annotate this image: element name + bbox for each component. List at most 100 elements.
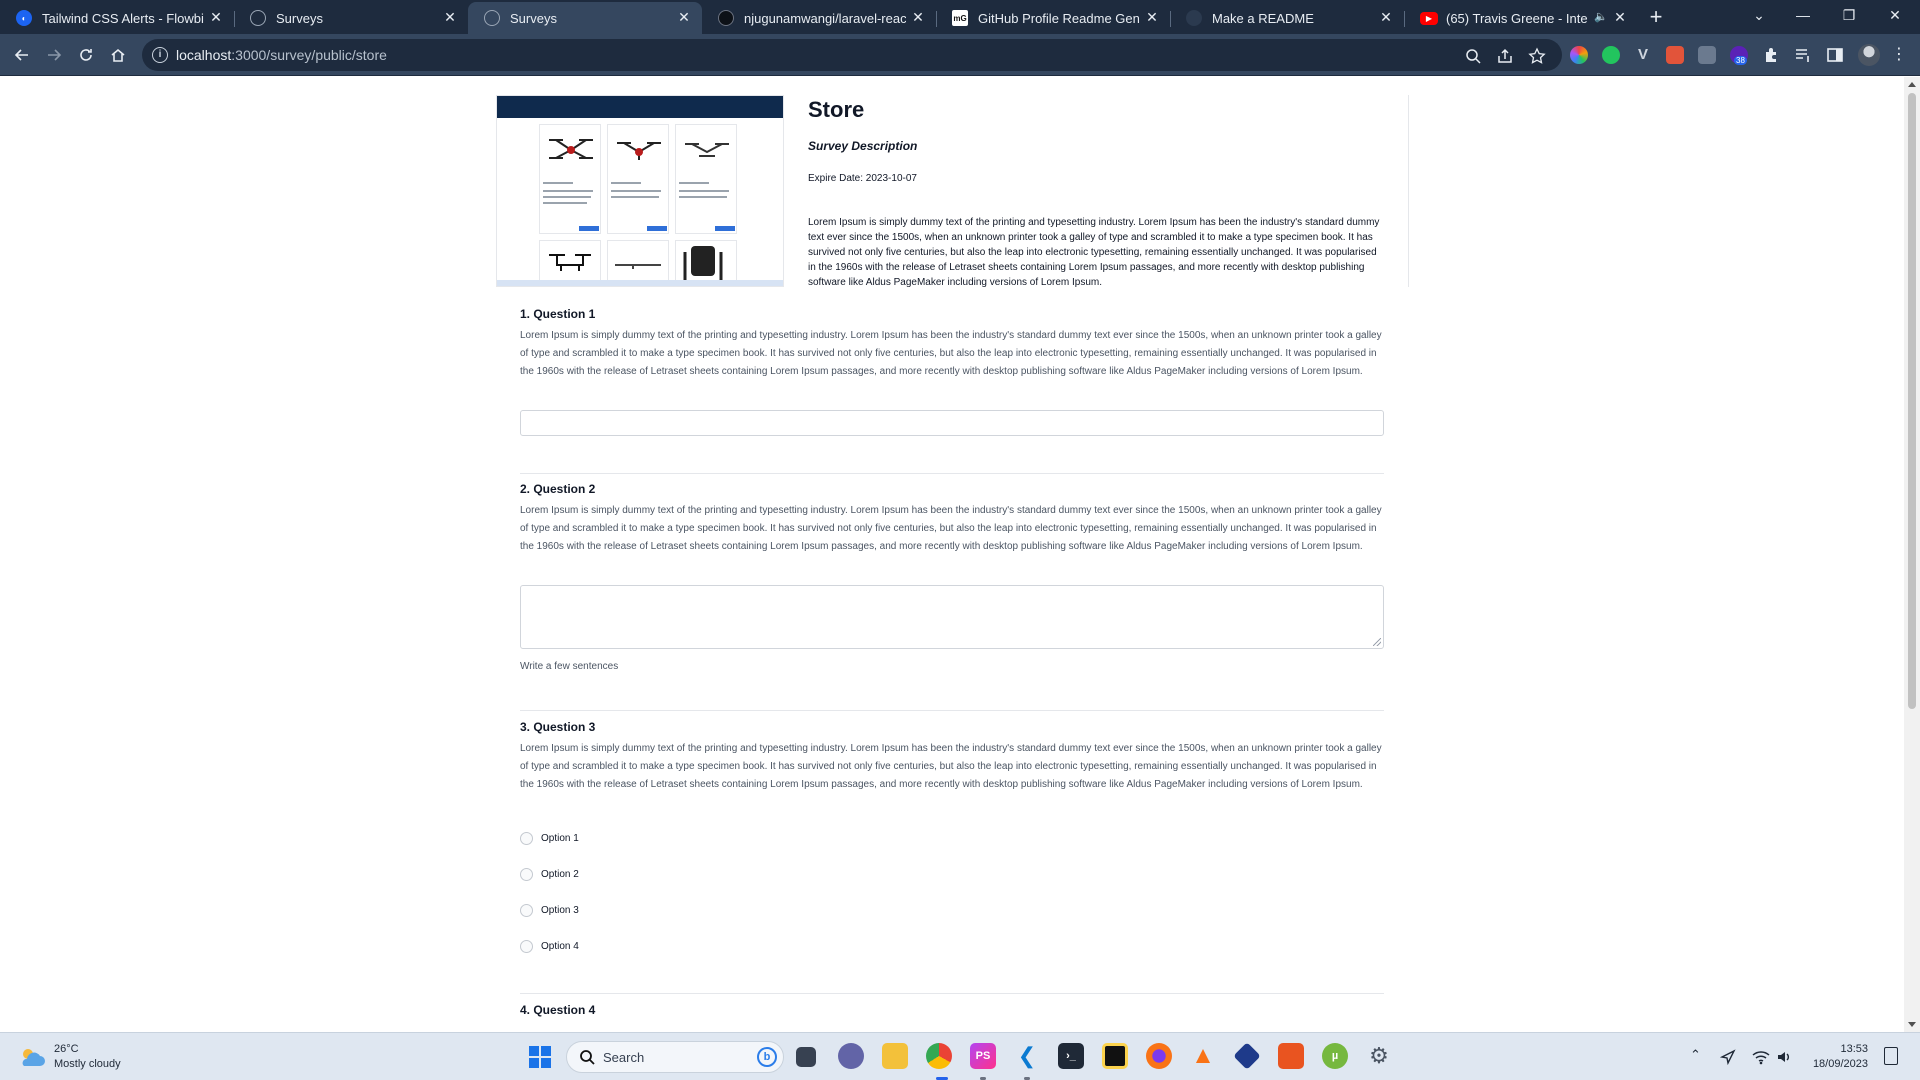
phpstorm-icon[interactable]: PS bbox=[970, 1043, 996, 1069]
bookmark-star-icon[interactable] bbox=[1528, 47, 1546, 65]
back-button[interactable] bbox=[8, 41, 36, 69]
address-bar[interactable]: i localhost:3000/survey/public/store bbox=[142, 39, 1562, 71]
reading-list-icon[interactable] bbox=[1794, 46, 1812, 64]
home-button[interactable] bbox=[104, 41, 132, 69]
badge-extension-icon[interactable]: 38 bbox=[1730, 46, 1748, 65]
tab-search-chevron-icon[interactable]: ⌄ bbox=[1736, 0, 1782, 30]
globe-icon bbox=[484, 10, 500, 26]
question-1-text-input[interactable] bbox=[520, 410, 1384, 436]
close-icon[interactable]: ✕ bbox=[676, 9, 692, 25]
arrow-left-icon bbox=[14, 49, 28, 61]
wifi-icon[interactable] bbox=[1752, 1049, 1770, 1065]
profile-avatar[interactable] bbox=[1858, 44, 1880, 66]
scrollbar-thumb[interactable] bbox=[1908, 93, 1916, 709]
utorrent-icon[interactable]: µ bbox=[1322, 1043, 1348, 1069]
terminal-icon[interactable]: ›_ bbox=[1058, 1043, 1084, 1069]
teams-chat-icon[interactable] bbox=[838, 1043, 864, 1069]
windows-start-icon[interactable] bbox=[528, 1045, 552, 1069]
clock-time: 13:53 bbox=[1840, 1043, 1868, 1055]
file-explorer-icon[interactable] bbox=[882, 1043, 908, 1069]
settings-gear-icon[interactable]: ⚙ bbox=[1366, 1043, 1392, 1069]
virtualbox-icon[interactable] bbox=[1233, 1042, 1261, 1070]
close-icon[interactable]: ✕ bbox=[1612, 9, 1628, 25]
search-label: Search bbox=[603, 1050, 645, 1065]
scroll-up-arrow-icon[interactable] bbox=[1908, 82, 1916, 87]
radio-option[interactable]: Option 1 bbox=[520, 831, 579, 845]
survey-subtitle: Survey Description bbox=[808, 139, 918, 153]
tray-chevron-icon[interactable]: ⌃ bbox=[1690, 1047, 1701, 1063]
tab-label: Surveys bbox=[510, 10, 557, 26]
sticky-notes-icon[interactable] bbox=[1102, 1043, 1128, 1069]
option-label: Option 1 bbox=[541, 832, 579, 844]
option-label: Option 3 bbox=[541, 904, 579, 916]
tab-make-readme[interactable]: Make a README ✕ bbox=[1170, 2, 1404, 34]
site-info-icon[interactable]: i bbox=[152, 47, 168, 63]
tab-label: GitHub Profile Readme Generato bbox=[978, 10, 1140, 26]
tab-label: njugunamwangi/laravel-react-fu bbox=[744, 10, 906, 26]
tab-surveys[interactable]: Surveys ✕ bbox=[234, 2, 468, 34]
firefox-icon[interactable] bbox=[1146, 1043, 1172, 1069]
radio-button[interactable] bbox=[520, 939, 533, 953]
extensions-puzzle-icon[interactable] bbox=[1762, 46, 1780, 64]
minimize-button[interactable]: — bbox=[1780, 0, 1826, 30]
menu-kebab-icon[interactable]: ⋮ bbox=[1890, 46, 1908, 64]
survey-title: Store bbox=[808, 97, 865, 122]
survey-page: Store Survey Description Expire Date: 20… bbox=[0, 77, 1904, 1032]
page-scrollbar[interactable] bbox=[1904, 77, 1920, 1032]
side-panel-icon[interactable] bbox=[1826, 46, 1844, 64]
taskbar-clock[interactable]: 13:53 18/09/2023 bbox=[1808, 1042, 1868, 1072]
vue-devtools-extension-icon[interactable]: V bbox=[1634, 46, 1652, 64]
close-window-button[interactable]: ✕ bbox=[1872, 0, 1918, 30]
laravel-extension-icon[interactable] bbox=[1666, 46, 1684, 64]
location-icon[interactable] bbox=[1720, 1049, 1736, 1065]
expire-date: Expire Date: 2023-10-07 bbox=[808, 173, 917, 184]
question-2-textarea[interactable] bbox=[520, 585, 1384, 649]
question-text: Lorem Ipsum is simply dummy text of the … bbox=[520, 743, 1382, 790]
radio-button[interactable] bbox=[520, 831, 533, 845]
volume-icon[interactable] bbox=[1776, 1049, 1792, 1065]
notification-icon[interactable] bbox=[1884, 1047, 1898, 1065]
close-icon[interactable]: ✕ bbox=[1378, 9, 1394, 25]
close-icon[interactable]: ✕ bbox=[442, 9, 458, 25]
youtube-icon: ▶ bbox=[1420, 12, 1438, 25]
ubuntu-icon[interactable] bbox=[1278, 1043, 1304, 1069]
tab-flowbite[interactable]: ◐ Tailwind CSS Alerts - Flowbite ✕ bbox=[0, 2, 234, 34]
question-text: Lorem Ipsum is simply dummy text of the … bbox=[520, 505, 1382, 552]
share-icon[interactable] bbox=[1496, 47, 1514, 65]
tab-surveys-active[interactable]: Surveys ✕ bbox=[468, 2, 702, 34]
radio-option[interactable]: Option 2 bbox=[520, 867, 579, 881]
scroll-down-arrow-icon[interactable] bbox=[1908, 1022, 1916, 1027]
close-icon[interactable]: ✕ bbox=[910, 9, 926, 25]
tab-github-repo[interactable]: njugunamwangi/laravel-react-fu ✕ bbox=[702, 2, 936, 34]
weather-widget[interactable]: 26°C Mostly cloudy bbox=[18, 1042, 121, 1072]
close-icon[interactable]: ✕ bbox=[1144, 9, 1160, 25]
radio-button[interactable] bbox=[520, 867, 533, 881]
vscode-icon[interactable]: ❮ bbox=[1014, 1043, 1040, 1069]
radio-option[interactable]: Option 4 bbox=[520, 939, 579, 953]
grammar-check-extension-icon[interactable] bbox=[1602, 46, 1620, 64]
chrome-icon[interactable] bbox=[926, 1043, 952, 1069]
option-label: Option 2 bbox=[541, 868, 579, 880]
puzzle-shape-extension-icon[interactable] bbox=[1698, 46, 1716, 64]
close-icon[interactable]: ✕ bbox=[208, 9, 224, 25]
speaker-icon[interactable]: 🔈 bbox=[1594, 10, 1608, 23]
reload-button[interactable] bbox=[72, 41, 100, 69]
forward-button[interactable] bbox=[40, 41, 68, 69]
question-title: 1. Question 1 bbox=[520, 307, 596, 321]
zoom-icon[interactable] bbox=[1464, 47, 1482, 65]
url-text[interactable]: localhost:3000/survey/public/store bbox=[176, 47, 387, 63]
tab-youtube[interactable]: ▶ (65) Travis Greene - Intentio 🔈 ✕ bbox=[1404, 2, 1638, 34]
taskbar-search[interactable]: Search b bbox=[566, 1041, 784, 1073]
task-view-icon[interactable] bbox=[796, 1047, 816, 1067]
radio-button[interactable] bbox=[520, 903, 533, 917]
restore-button[interactable]: ❐ bbox=[1826, 0, 1872, 30]
tab-readme-generator[interactable]: mG GitHub Profile Readme Generato ✕ bbox=[936, 2, 1170, 34]
vlc-icon[interactable]: ▲ bbox=[1190, 1042, 1216, 1069]
case-icon bbox=[683, 246, 723, 280]
drone-icon bbox=[549, 254, 591, 271]
resize-grip-icon[interactable] bbox=[1373, 638, 1381, 646]
radio-option[interactable]: Option 3 bbox=[520, 903, 579, 917]
new-tab-button[interactable]: + bbox=[1638, 2, 1674, 34]
color-picker-extension-icon[interactable] bbox=[1570, 46, 1588, 64]
survey-header: Store Survey Description Expire Date: 20… bbox=[496, 95, 1409, 288]
